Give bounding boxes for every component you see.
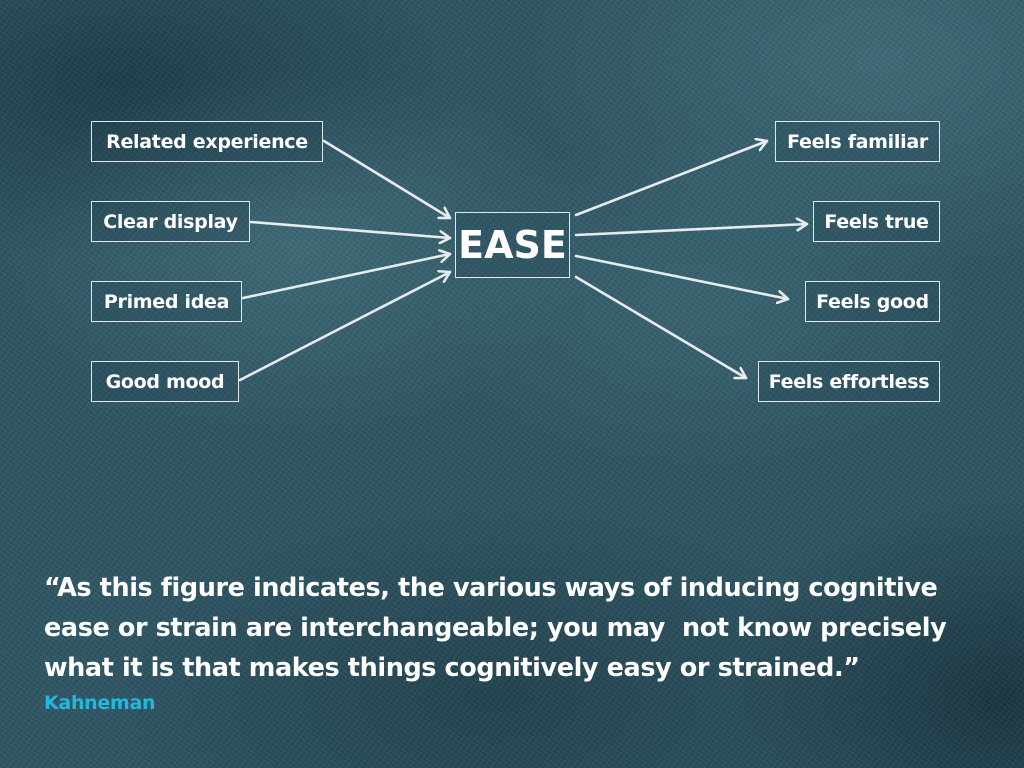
arrow-clear-display-to-ease: [249, 220, 452, 238]
quote-block: “As this figure indicates, the various w…: [44, 568, 1004, 688]
quote-line: what it is that makes things cognitively…: [44, 653, 860, 683]
arrow-ease-to-feels-effortless: [574, 275, 748, 378]
arrow-ease-to-feels-true: [574, 224, 809, 237]
output-node-feels-familiar: Feels familiar: [775, 121, 940, 162]
input-node-good-mood: Good mood: [91, 361, 239, 402]
input-node-related-experience: Related experience: [91, 121, 323, 162]
output-node-feels-effortless: Feels effortless: [758, 361, 940, 402]
arrow-ease-to-feels-familiar: [574, 141, 769, 217]
output-node-feels-true: Feels true: [813, 201, 940, 242]
arrow-good-mood-to-ease: [238, 272, 452, 382]
input-node-primed-idea: Primed idea: [91, 281, 242, 322]
arrow-ease-to-feels-good: [574, 254, 790, 299]
input-node-clear-display: Clear display: [91, 201, 250, 242]
center-node-ease: EASE: [455, 212, 570, 278]
quote-line: ease or strain are interchangeable; you …: [44, 613, 947, 643]
arrow-primed-idea-to-ease: [241, 254, 452, 300]
quote-author: Kahneman: [44, 692, 156, 714]
quote-line: “As this figure indicates, the various w…: [44, 573, 938, 603]
arrow-related-experience-to-ease: [322, 139, 452, 220]
output-node-feels-good: Feels good: [805, 281, 940, 322]
